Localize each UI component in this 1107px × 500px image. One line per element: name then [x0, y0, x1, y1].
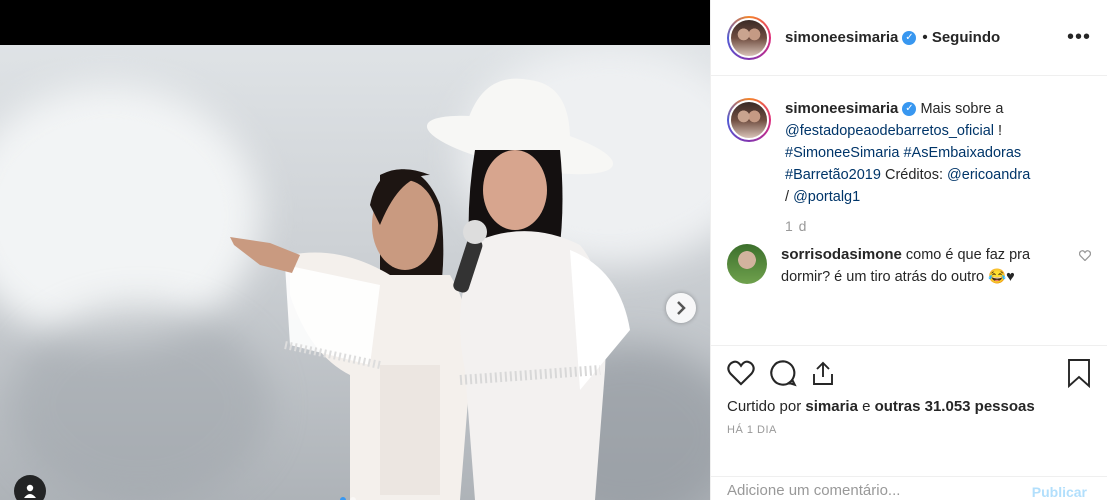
caption: simoneesimaria ✓ Mais sobre a @festadopea…: [727, 98, 1091, 208]
bookmark-icon[interactable]: [1067, 358, 1091, 388]
mention-link[interactable]: @portalg1: [793, 189, 860, 205]
caption-text-part: !: [994, 123, 1003, 139]
caption-text-part: Créditos:: [880, 167, 948, 183]
post-actions: [711, 346, 1107, 392]
liked-by-user[interactable]: simaria: [805, 398, 858, 415]
comment-text: sorrisodasimone como é que faz pra dormi…: [781, 244, 1041, 288]
hashtag-link[interactable]: #AsEmbaixadoras: [903, 145, 1021, 161]
caption-age[interactable]: 1 d: [785, 218, 1091, 234]
author-username[interactable]: simoneesimaria: [785, 29, 898, 46]
follow-status[interactable]: • Seguindo: [922, 29, 1000, 46]
post-side-panel: simoneesimaria ✓ • Seguindo ••• simonees…: [710, 0, 1107, 500]
verified-badge-icon: ✓: [902, 30, 917, 45]
hashtag-link[interactable]: #SimoneeSimaria: [785, 145, 899, 161]
caption-text-part: /: [785, 189, 794, 205]
comments-section: simoneesimaria ✓ Mais sobre a @festadopea…: [711, 76, 1107, 346]
chevron-right-icon: [677, 301, 686, 315]
photo-top-bar: [0, 0, 710, 45]
caption-text: simoneesimaria ✓ Mais sobre a @festadopea…: [785, 98, 1030, 208]
mention-link[interactable]: @ericoandra: [947, 167, 1030, 183]
publish-button[interactable]: Publicar: [1032, 484, 1087, 500]
likes-summary: Curtido por simaria e outras 31.053 pess…: [711, 392, 1107, 415]
tagged-users-button[interactable]: [14, 475, 46, 500]
heart-icon[interactable]: [727, 360, 755, 386]
caption-author[interactable]: simoneesimaria: [785, 100, 898, 117]
caption-author-avatar[interactable]: [727, 98, 771, 142]
comment-item: sorrisodasimone como é que faz pra dormi…: [727, 244, 1092, 288]
commenter-avatar[interactable]: [727, 244, 767, 284]
hashtag-link[interactable]: #Barretão2019: [785, 167, 881, 183]
commenter-username[interactable]: sorrisodasimone: [781, 246, 902, 263]
likes-conjunction: e: [862, 398, 871, 415]
verified-badge-icon: ✓: [902, 102, 917, 117]
share-icon[interactable]: [811, 360, 835, 386]
likes-prefix: Curtido por: [727, 398, 802, 415]
comment-icon[interactable]: [769, 359, 797, 387]
user-tag-icon: [24, 484, 36, 498]
more-options-icon[interactable]: •••: [1067, 26, 1091, 49]
caption-text-part: Mais sobre a: [920, 101, 1004, 117]
author-avatar[interactable]: [727, 15, 771, 60]
mention-link[interactable]: @festadopeaodebarretos_oficial: [785, 123, 994, 139]
post-date[interactable]: HÁ 1 DIA: [711, 415, 1107, 436]
post-header: simoneesimaria ✓ • Seguindo •••: [711, 0, 1107, 76]
singer-right: [426, 78, 630, 500]
next-photo-button[interactable]: [666, 293, 696, 323]
post-photo[interactable]: [0, 45, 710, 500]
likes-count[interactable]: outras 31.053 pessoas: [875, 398, 1035, 415]
comment-like-icon[interactable]: [1078, 250, 1092, 288]
comment-input[interactable]: [727, 480, 1032, 500]
add-comment-bar: Publicar: [711, 476, 1107, 500]
